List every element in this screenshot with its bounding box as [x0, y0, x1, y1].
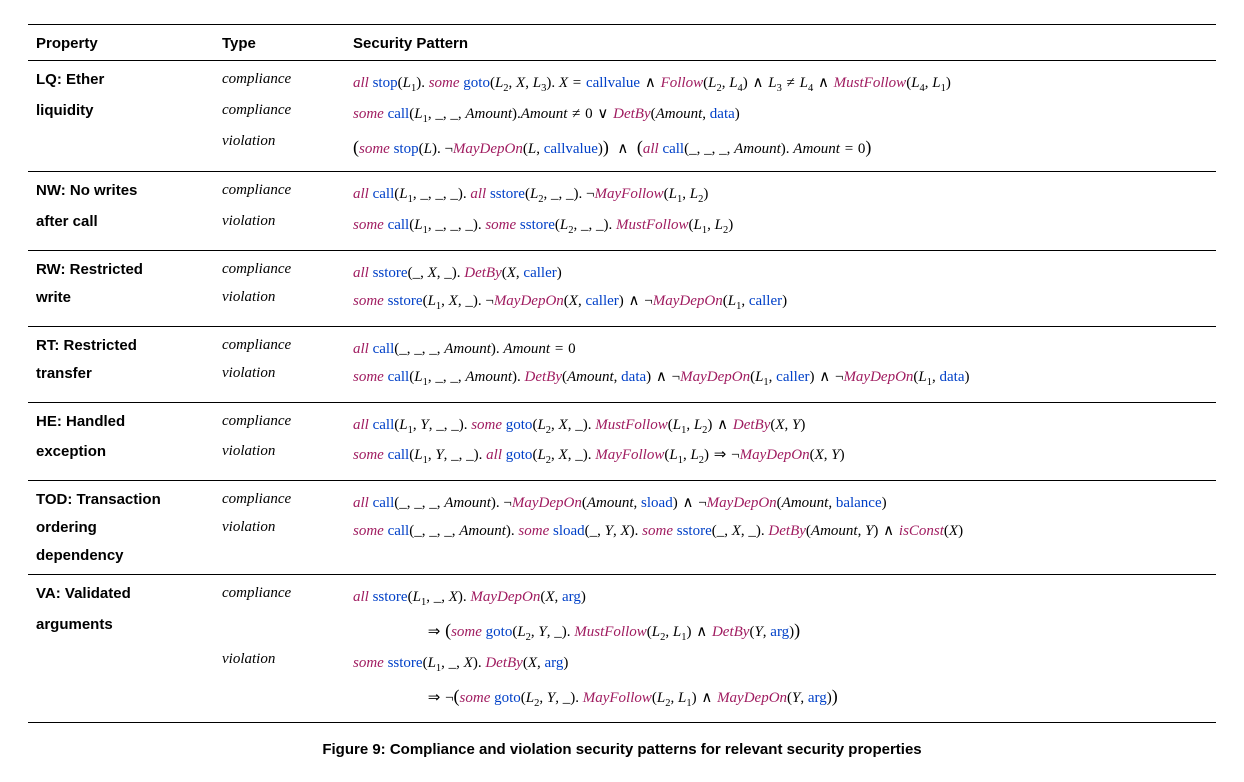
pattern-cell: some call(_, _, _, Amount). some sload(_…: [345, 517, 1216, 545]
pattern-cell: all call(_, _, _, Amount). Amount = 0: [345, 326, 1216, 363]
pattern-cell: some call(L1, _, _, _). some sstore(L2, …: [345, 211, 1216, 250]
property-cell: after call: [28, 211, 214, 250]
type-cell: violation: [214, 211, 345, 250]
pattern-cell: some sstore(L1, _, X). DetBy(X, arg): [345, 649, 1216, 680]
table-row: write violation some sstore(L1, X, _). ¬…: [28, 287, 1216, 326]
col-property: Property: [28, 25, 214, 61]
type-cell: violation: [214, 363, 345, 402]
pattern-cell: all stop(L1). some goto(L2, X, L3). X = …: [345, 61, 1216, 100]
property-cell: VA: Validated: [28, 575, 214, 614]
pattern-cell: all sstore(L1, _, X). MayDepOn(X, arg): [345, 575, 1216, 614]
table-row: violation some sstore(L1, _, X). DetBy(X…: [28, 649, 1216, 680]
property-cell: RT: Restricted: [28, 326, 214, 363]
pattern-cell: all sstore(_, X, _). DetBy(X, caller): [345, 250, 1216, 287]
table-row: ⇒ ¬(some goto(L2, Y, _). MayFollow(L2, L…: [28, 680, 1216, 723]
table-row: ordering violation some call(_, _, _, Am…: [28, 517, 1216, 545]
table-row: VA: Validated compliance all sstore(L1, …: [28, 575, 1216, 614]
table-header-row: Property Type Security Pattern: [28, 25, 1216, 61]
pattern-cell: ⇒ (some goto(L2, Y, _). MustFollow(L2, L…: [345, 614, 1216, 649]
table-row: RW: Restricted compliance all sstore(_, …: [28, 250, 1216, 287]
property-cell: NW: No writes: [28, 172, 214, 211]
table-row: NW: No writes compliance all call(L1, _,…: [28, 172, 1216, 211]
security-patterns-table: Property Type Security Pattern LQ: Ether…: [28, 24, 1216, 723]
pattern-cell: ⇒ ¬(some goto(L2, Y, _). MayFollow(L2, L…: [345, 680, 1216, 723]
type-cell: violation: [214, 441, 345, 480]
pattern-cell: some call(L1, Y, _, _). all goto(L2, X, …: [345, 441, 1216, 480]
type-cell: compliance: [214, 326, 345, 363]
col-type: Type: [214, 25, 345, 61]
property-cell: dependency: [28, 545, 214, 575]
pattern-cell: all call(_, _, _, Amount). ¬MayDepOn(Amo…: [345, 481, 1216, 518]
table-row: after call violation some call(L1, _, _,…: [28, 211, 1216, 250]
type-cell: compliance: [214, 481, 345, 518]
table-row: HE: Handled compliance all call(L1, Y, _…: [28, 402, 1216, 441]
property-cell: transfer: [28, 363, 214, 402]
table-row: dependency: [28, 545, 1216, 575]
pattern-cell: all call(L1, Y, _, _). some goto(L2, X, …: [345, 402, 1216, 441]
property-cell: RW: Restricted: [28, 250, 214, 287]
property-cell: ordering: [28, 517, 214, 545]
table-row: liquidity compliance some call(L1, _, _,…: [28, 100, 1216, 131]
property-cell: liquidity: [28, 100, 214, 131]
table-row: arguments ⇒ (some goto(L2, Y, _). MustFo…: [28, 614, 1216, 649]
property-cell: LQ: Ether: [28, 61, 214, 100]
table-row: LQ: Ether compliance all stop(L1). some …: [28, 61, 1216, 100]
pattern-cell: some call(L1, _, _, Amount).Amount ≠ 0 ∨…: [345, 100, 1216, 131]
type-cell: compliance: [214, 100, 345, 131]
pattern-cell: (some stop(L). ¬MayDepOn(L, callvalue)) …: [345, 131, 1216, 172]
figure-caption: Figure 9: Compliance and violation secur…: [28, 741, 1216, 758]
col-pattern: Security Pattern: [345, 25, 1216, 61]
table-row: violation (some stop(L). ¬MayDepOn(L, ca…: [28, 131, 1216, 172]
property-cell: HE: Handled: [28, 402, 214, 441]
type-cell: compliance: [214, 250, 345, 287]
property-cell: arguments: [28, 614, 214, 649]
pattern-cell: some call(L1, _, _, Amount). DetBy(Amoun…: [345, 363, 1216, 402]
type-cell: violation: [214, 649, 345, 680]
property-cell: exception: [28, 441, 214, 480]
table-row: exception violation some call(L1, Y, _, …: [28, 441, 1216, 480]
property-cell: write: [28, 287, 214, 326]
table-row: TOD: Transaction compliance all call(_, …: [28, 481, 1216, 518]
type-cell: violation: [214, 287, 345, 326]
type-cell: compliance: [214, 402, 345, 441]
table-row: RT: Restricted compliance all call(_, _,…: [28, 326, 1216, 363]
type-cell: violation: [214, 131, 345, 172]
pattern-cell: some sstore(L1, X, _). ¬MayDepOn(X, call…: [345, 287, 1216, 326]
type-cell: compliance: [214, 61, 345, 100]
property-cell: TOD: Transaction: [28, 481, 214, 518]
table-row: transfer violation some call(L1, _, _, A…: [28, 363, 1216, 402]
pattern-cell: all call(L1, _, _, _). all sstore(L2, _,…: [345, 172, 1216, 211]
type-cell: compliance: [214, 172, 345, 211]
type-cell: violation: [214, 517, 345, 545]
type-cell: compliance: [214, 575, 345, 614]
